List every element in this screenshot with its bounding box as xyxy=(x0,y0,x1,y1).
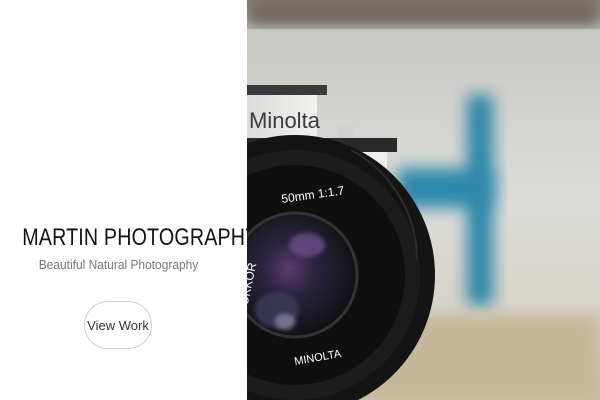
site-tagline: Beautiful Natural Photography xyxy=(38,257,199,272)
camera-photo: Minolta 50mm 1:1.7 MD ROKKOR MINOLTA xyxy=(247,0,600,400)
hero-image: Minolta 50mm 1:1.7 MD ROKKOR MINOLTA xyxy=(247,0,600,400)
view-work-button[interactable]: View Work xyxy=(84,301,152,349)
site-title: MARTIN PHOTOGRAPHY xyxy=(22,224,259,251)
camera-brand-text: Minolta xyxy=(249,108,321,133)
intro-panel: MARTIN PHOTOGRAPHY Beautiful Natural Pho… xyxy=(0,0,259,400)
